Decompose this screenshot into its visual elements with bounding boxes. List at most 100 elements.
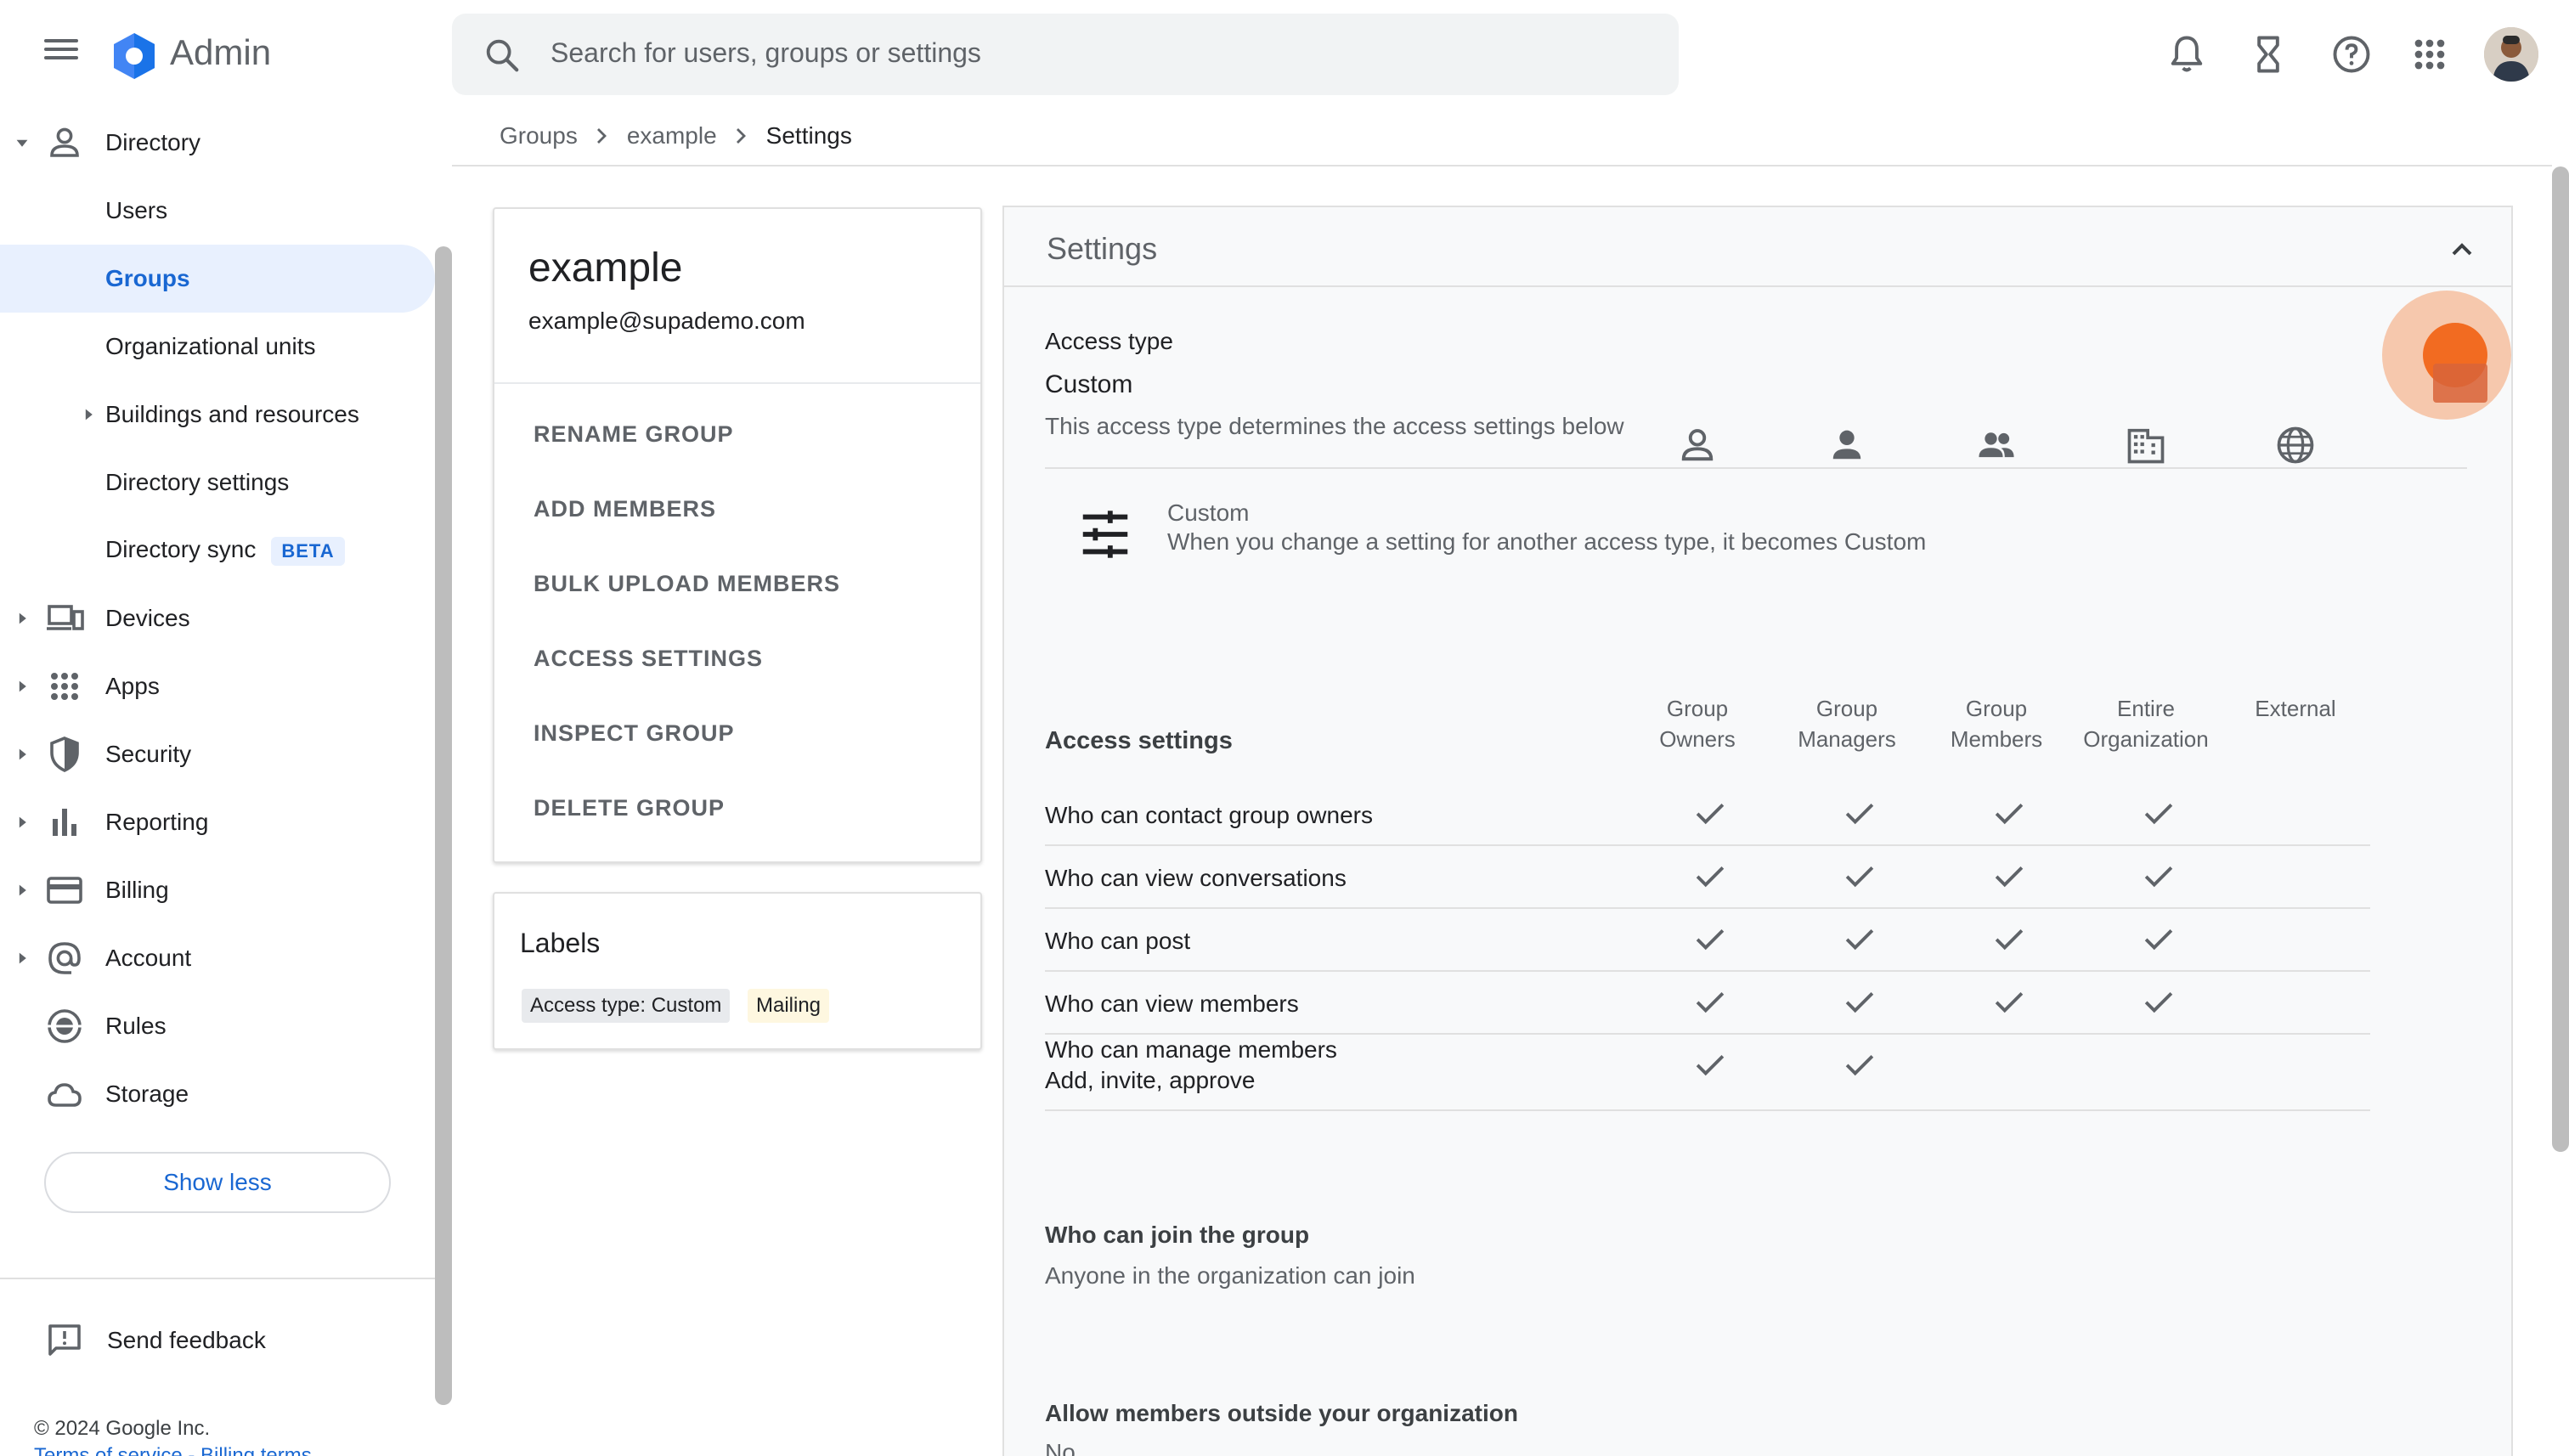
apps-grid-icon <box>51 673 78 700</box>
check-icon-entire-organization <box>2144 866 2173 888</box>
check-icon-group-members <box>1995 866 2024 888</box>
notifications-bell-icon[interactable] <box>2165 32 2209 76</box>
labels-card: Labels Access type: Custom Mailing <box>493 892 982 1050</box>
sidebar-item-billing[interactable]: Billing <box>0 856 435 924</box>
column-header-group-owners: Group Owners <box>1617 693 1778 754</box>
access-type-description: This access type determines the access s… <box>1045 413 1624 439</box>
admin-logo-icon[interactable] <box>109 31 160 82</box>
sidebar-scrollbar[interactable] <box>435 246 452 1405</box>
sidebar-item-rules[interactable]: Rules <box>0 992 435 1060</box>
sidebar-divider <box>0 1278 435 1279</box>
check-icon-group-owners <box>1696 1055 1725 1076</box>
card-divider <box>494 382 980 384</box>
sidebar-item-label: Organizational units <box>105 333 316 359</box>
bulk-upload-members-button[interactable]: BULK UPLOAD MEMBERS <box>534 571 840 597</box>
sidebar-item-directory[interactable]: Directory <box>0 109 435 177</box>
join-group-title: Who can join the group <box>1045 1222 1310 1248</box>
inspect-group-button[interactable]: INSPECT GROUP <box>534 720 735 747</box>
check-icon-group-owners <box>1696 866 1725 888</box>
sidebar-item-groups[interactable]: Groups <box>0 245 435 313</box>
external-globe-icon <box>2277 426 2314 464</box>
search-bar[interactable]: Search for users, groups or settings <box>452 14 1679 95</box>
chevron-up-icon[interactable] <box>2445 233 2479 267</box>
sidebar-item-devices[interactable]: Devices <box>0 584 435 652</box>
sidebar-item-account[interactable]: Account <box>0 924 435 992</box>
sidebar-item-security[interactable]: Security <box>0 720 435 788</box>
breadcrumb-example-link[interactable]: example <box>627 122 717 150</box>
column-header-line: Owners <box>1659 726 1736 752</box>
footer-links: Terms of service - Billing terms <box>34 1444 312 1456</box>
group-name: example <box>528 245 683 291</box>
access-type-value: Custom <box>1045 370 1133 398</box>
footer-separator: - <box>188 1444 201 1456</box>
tasks-hourglass-icon[interactable] <box>2246 32 2290 76</box>
rules-target-icon <box>48 1009 82 1043</box>
credit-card-icon <box>47 877 82 904</box>
check-icon-group-owners <box>1696 992 1725 1013</box>
labels-title: Labels <box>520 928 601 958</box>
breadcrumb: Groups example Settings <box>500 122 852 150</box>
sidebar-item-directory-sync[interactable]: Directory sync BETA <box>0 516 435 584</box>
row-label-manage-members: Who can manage members <box>1045 1036 1337 1063</box>
sidebar-item-label: Users <box>105 197 168 223</box>
column-header-group-members: Group Members <box>1916 693 2077 754</box>
chevron-right-icon <box>596 128 607 144</box>
check-icon-group-members <box>1995 929 2024 951</box>
tune-sliders-icon <box>1082 511 1128 558</box>
check-icon-group-owners <box>1696 929 1725 951</box>
custom-option-title: Custom <box>1167 499 1250 526</box>
sidebar-item-label: Billing <box>105 877 169 903</box>
sidebar-item-organizational-units[interactable]: Organizational units <box>0 313 435 381</box>
sidebar-item-apps[interactable]: Apps <box>0 652 435 720</box>
show-less-button[interactable]: Show less <box>44 1152 391 1213</box>
billing-terms-link[interactable]: Billing terms <box>200 1444 312 1456</box>
sidebar-item-label: Directory <box>105 129 201 155</box>
delete-group-button[interactable]: DELETE GROUP <box>534 795 725 821</box>
sidebar-item-buildings-and-resources[interactable]: Buildings and resources <box>0 381 435 449</box>
navigation-sidebar: Directory Users Groups Organizational un… <box>0 109 435 1456</box>
column-header-line: Entire <box>2117 696 2175 721</box>
terms-of-service-link[interactable]: Terms of service <box>34 1444 183 1456</box>
row-divider <box>1045 1033 2370 1035</box>
check-icon-group-members <box>1995 992 2024 1013</box>
main-menu-icon[interactable] <box>37 34 85 75</box>
check-icon-group-managers <box>1845 929 1874 951</box>
group-email: example@supademo.com <box>528 308 805 334</box>
caret-right-icon <box>85 409 93 420</box>
sidebar-item-label: Rules <box>105 1013 167 1039</box>
sidebar-item-label: Account <box>105 945 192 971</box>
row-divider <box>1045 970 2370 972</box>
row-sublabel-manage-members: Add, invite, approve <box>1045 1067 1256 1093</box>
google-apps-grid-icon[interactable] <box>2408 32 2452 76</box>
group-info-card: example example@supademo.com RENAME GROU… <box>493 207 982 863</box>
avatar-image <box>2484 27 2538 82</box>
rename-group-button[interactable]: RENAME GROUP <box>534 421 734 448</box>
help-icon[interactable] <box>2329 32 2374 76</box>
caret-right-icon <box>19 748 26 760</box>
caret-right-icon <box>19 612 26 624</box>
search-input[interactable]: Search for users, groups or settings <box>550 37 981 69</box>
sidebar-item-storage[interactable]: Storage <box>0 1060 435 1128</box>
feedback-icon <box>48 1324 81 1356</box>
caret-down-icon <box>16 139 28 147</box>
send-feedback-button[interactable]: Send feedback <box>44 1317 266 1364</box>
check-icon-group-managers <box>1845 992 1874 1013</box>
sidebar-item-label: Devices <box>105 605 190 631</box>
row-label-post: Who can post <box>1045 928 1191 954</box>
sidebar-item-label: Storage <box>105 1081 189 1107</box>
column-header-group-managers: Group Managers <box>1766 693 1928 754</box>
sidebar-item-directory-settings[interactable]: Directory settings <box>0 449 435 516</box>
cloud-icon <box>48 1083 82 1107</box>
add-members-button[interactable]: ADD MEMBERS <box>534 496 716 522</box>
settings-header[interactable]: Settings <box>1004 207 2511 287</box>
access-settings-button[interactable]: ACCESS SETTINGS <box>534 646 763 672</box>
search-icon <box>486 39 519 72</box>
sidebar-item-label: Groups <box>105 265 190 291</box>
sidebar-item-label: Directory settings <box>105 469 290 495</box>
breadcrumb-groups-link[interactable]: Groups <box>500 122 578 150</box>
main-scrollbar[interactable] <box>2552 166 2569 1152</box>
sidebar-item-users[interactable]: Users <box>0 177 435 245</box>
outside-members-value: No <box>1045 1439 1076 1456</box>
sidebar-item-reporting[interactable]: Reporting <box>0 788 435 856</box>
account-avatar[interactable] <box>2484 27 2538 82</box>
